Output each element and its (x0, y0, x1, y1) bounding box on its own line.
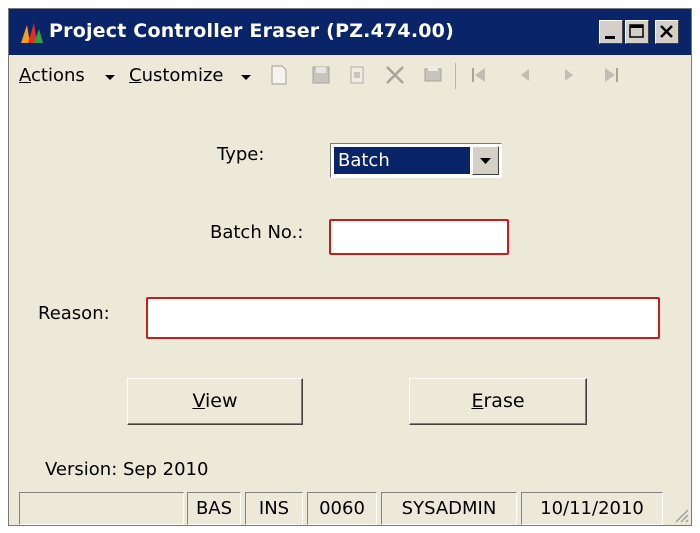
chevron-down-icon (480, 158, 491, 164)
erase-button[interactable]: Erase (409, 378, 587, 425)
close-icon (660, 25, 673, 38)
resize-grip-icon[interactable] (673, 507, 689, 523)
new-icon[interactable] (267, 63, 291, 87)
minimize-button[interactable] (599, 20, 623, 44)
batch-no-label: Batch No.: (210, 222, 304, 243)
customize-caret-icon[interactable] (241, 75, 251, 80)
application-window: Project Controller Eraser (PZ.474.00) Ac… (8, 8, 692, 526)
status-mode: INS (245, 492, 303, 525)
status-company: BAS (187, 492, 241, 525)
last-icon[interactable] (599, 63, 623, 87)
previous-icon[interactable] (513, 63, 537, 87)
title-bar[interactable]: Project Controller Eraser (PZ.474.00) (9, 9, 691, 55)
save-icon[interactable] (309, 63, 333, 87)
type-dropdown-button[interactable] (472, 146, 499, 175)
delete-icon[interactable] (383, 63, 407, 87)
type-select-value: Batch (334, 147, 470, 174)
app-logo-icon (21, 23, 43, 43)
view-button[interactable]: View (127, 378, 303, 425)
close-button[interactable] (655, 20, 679, 44)
status-cell-message (19, 492, 184, 525)
customize-menu[interactable]: Customize (129, 65, 224, 86)
batch-no-input[interactable] (329, 219, 509, 255)
minimize-icon (605, 36, 615, 39)
type-label: Type: (217, 144, 265, 165)
reason-label: Reason: (38, 303, 110, 324)
maximize-button[interactable] (625, 20, 649, 44)
first-icon[interactable] (467, 63, 491, 87)
version-text: Version: Sep 2010 (45, 459, 209, 480)
maximize-icon (629, 24, 644, 38)
next-icon[interactable] (557, 63, 581, 87)
type-select[interactable]: Batch (330, 143, 502, 178)
actions-menu[interactable]: Actions (19, 65, 85, 86)
copy-icon[interactable] (345, 63, 369, 87)
toolbar: Actions Customize (9, 55, 691, 95)
status-date: 10/11/2010 (521, 492, 663, 525)
status-bar: BAS INS 0060 SYSADMIN 10/11/2010 (9, 492, 691, 525)
reason-input[interactable] (146, 297, 660, 339)
window-title: Project Controller Eraser (PZ.474.00) (49, 20, 454, 42)
print-icon[interactable] (421, 63, 445, 87)
status-code: 0060 (307, 492, 377, 525)
toolbar-separator (455, 63, 456, 89)
status-user: SYSADMIN (381, 492, 517, 525)
actions-caret-icon[interactable] (105, 75, 115, 80)
